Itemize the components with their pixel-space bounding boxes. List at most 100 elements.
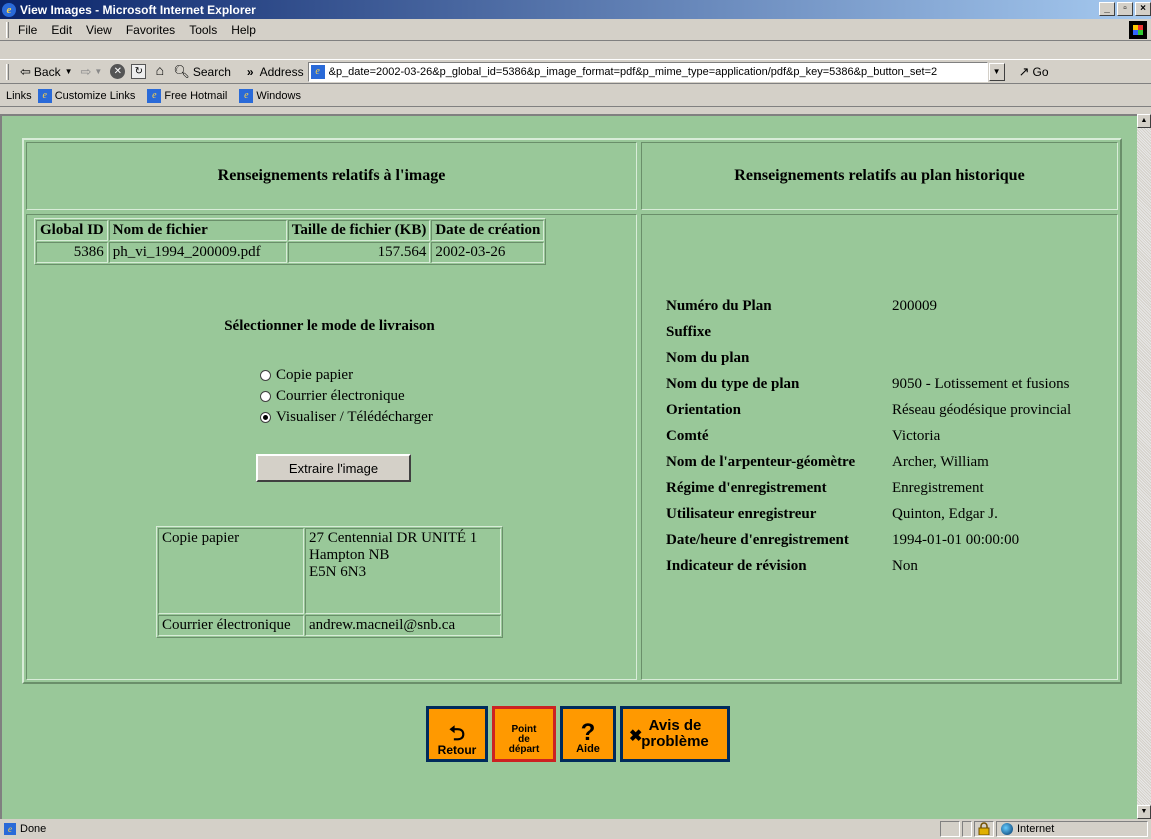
maximize-button[interactable]: ▫ [1117,2,1133,16]
go-button[interactable]: ↗ Go [1019,64,1049,80]
link-customize-links[interactable]: e Customize Links [37,88,135,103]
ie-page-icon: e [239,88,254,103]
radio-email[interactable]: Courrier électronique [260,388,405,405]
lock-icon [978,822,990,836]
plan-row-datetime: Date/heure d'enregistrement 1994-01-01 0… [666,532,1020,548]
search-icon: 🔍︎ [173,63,190,79]
refresh-icon[interactable]: ↻ [131,64,147,79]
toolbar-overflow-icon[interactable]: » [247,65,254,79]
back-dropdown-icon[interactable]: ▼ [65,67,73,76]
back-button[interactable]: ⇦ Back ▼ [20,64,73,80]
image-info-header: Renseignements relatifs à l'image [26,142,637,210]
address-line: 27 Centennial DR UNITÉ 1 [309,530,478,546]
scroll-up-icon[interactable]: ▲ [1137,114,1151,128]
forward-button[interactable]: ⇨ ▼ [81,64,103,80]
link-windows[interactable]: e Windows [239,88,301,103]
forward-dropdown-icon[interactable]: ▼ [94,67,102,76]
address-input[interactable]: &p_date=2002-03-26&p_global_id=5386&p_im… [329,66,938,78]
back-plug-icon: ⮌ [448,723,466,745]
cell-filesize: 157.564 [287,242,431,263]
radio-view-download[interactable]: Visualiser / Télédécharger [260,409,433,426]
question-icon: ? [580,719,596,746]
home-icon[interactable]: ⌂ [152,63,167,79]
table-row: Copie papier 27 Centennial DR UNITÉ 1 Ha… [158,528,501,614]
aide-button[interactable]: ? Aide [560,706,616,762]
links-label: Links [6,89,32,102]
email-label: Courrier électronique [158,615,304,636]
menu-help[interactable]: Help [231,23,256,37]
address-line: E5N 6N3 [309,564,367,580]
col-filesize: Taille de fichier (KB) [287,220,431,241]
window-title-bar[interactable]: e View Images - Microsoft Internet Explo… [0,0,1151,19]
avis-probleme-button[interactable]: Avis de problème ✖ [620,706,730,762]
search-button[interactable]: 🔍︎ Search [173,64,231,80]
table-header-row: Global ID Nom de fichier Taille de fichi… [36,220,545,241]
stop-icon[interactable]: ✕ [110,64,126,79]
back-arrow-icon: ⇦ [20,63,31,79]
address-dropdown-button[interactable]: ▼ [988,62,1005,81]
links-bar: Links e Customize Links e Free Hotmail e… [0,85,1151,107]
point-de-depart-button[interactable]: Point de départ [492,706,556,762]
col-global-id: Global ID [36,220,108,241]
radio-button[interactable] [260,370,271,381]
radio-button[interactable] [260,391,271,402]
minimize-button[interactable]: _ [1099,2,1115,16]
radio-paper-copy[interactable]: Copie papier [260,367,353,384]
col-created: Date de création [431,220,545,241]
file-info-table: Global ID Nom de fichier Taille de fichi… [34,218,547,265]
ie-page-icon: e [37,88,52,103]
zone-panel: Internet [996,821,1148,837]
cell-global-id: 5386 [36,242,108,263]
status-bar: e Done Internet [0,819,1151,839]
plan-row-name: Nom du plan [666,350,750,366]
plan-row-suffix: Suffixe [666,324,711,340]
plan-row-regime: Régime d'enregistrement Enregistrement [666,480,984,496]
navigation-toolbar: ⇦ Back ▼ ⇨ ▼ ✕ ↻ ⌂ 🔍︎ Search » Address e… [0,59,1151,84]
plan-row-type: Nom du type de plan 9050 - Lotissement e… [666,376,1070,392]
windows-logo-icon [1129,21,1147,39]
address-bar[interactable]: e &p_date=2002-03-26&p_global_id=5386&p_… [307,61,988,82]
plan-row-county: Comté Victoria [666,428,941,444]
plan-row-user: Utilisateur enregistreur Quinton, Edgar … [666,506,998,522]
scroll-down-icon[interactable]: ▼ [1137,805,1151,819]
retour-button[interactable]: ⮌ Retour [426,706,488,762]
plan-row-revision: Indicateur de révision Non [666,558,918,574]
page-viewport: Renseignements relatifs à l'image Rensei… [0,114,1137,819]
forward-arrow-icon: ⇨ [80,63,92,79]
vertical-scrollbar[interactable]: ▲ ▼ [1137,114,1151,819]
page-icon: e [310,64,325,79]
window-title: View Images - Microsoft Internet Explore… [20,2,256,17]
link-free-hotmail[interactable]: e Free Hotmail [147,88,227,103]
contact-table: Copie papier 27 Centennial DR UNITÉ 1 Ha… [156,526,503,638]
email-value: andrew.macneil@snb.ca [305,615,501,636]
cell-filename: ph_vi_1994_200009.pdf [108,242,287,263]
paper-copy-label: Copie papier [158,528,304,614]
plan-row-number: Numéro du Plan 200009 [666,298,937,314]
globe-icon [1001,823,1013,835]
address-label: Address [259,64,304,79]
ie-page-icon: e [147,88,162,103]
plan-info-header: Renseignements relatifs au plan historiq… [641,142,1118,210]
close-button[interactable]: × [1135,2,1151,16]
cell-created: 2002-03-26 [431,242,545,263]
menu-tools[interactable]: Tools [189,23,217,37]
delivery-mode-title: Sélectionner le mode de livraison [224,318,435,334]
col-filename: Nom de fichier [108,220,287,241]
status-panel [940,821,960,837]
page-status-icon: e [4,823,16,835]
x-icon: ✖ [629,728,643,745]
status-panel [962,821,972,837]
menu-bar: File Edit View Favorites Tools Help [0,19,1151,41]
menu-view[interactable]: View [86,23,112,37]
extract-image-button[interactable]: Extraire l'image [256,454,411,482]
menu-file[interactable]: File [18,23,37,37]
status-text: Done [20,823,47,835]
ie-icon: e [2,2,16,17]
menu-edit[interactable]: Edit [51,23,72,37]
go-arrow-icon: ↗ [1018,63,1030,79]
menu-favorites[interactable]: Favorites [126,23,175,37]
table-row: 5386 ph_vi_1994_200009.pdf 157.564 2002-… [36,242,545,263]
paper-address: 27 Centennial DR UNITÉ 1 Hampton NB E5N … [305,528,501,614]
plan-row-orientation: Orientation Réseau géodésique provincial [666,402,1072,418]
radio-button-selected[interactable] [260,412,271,423]
